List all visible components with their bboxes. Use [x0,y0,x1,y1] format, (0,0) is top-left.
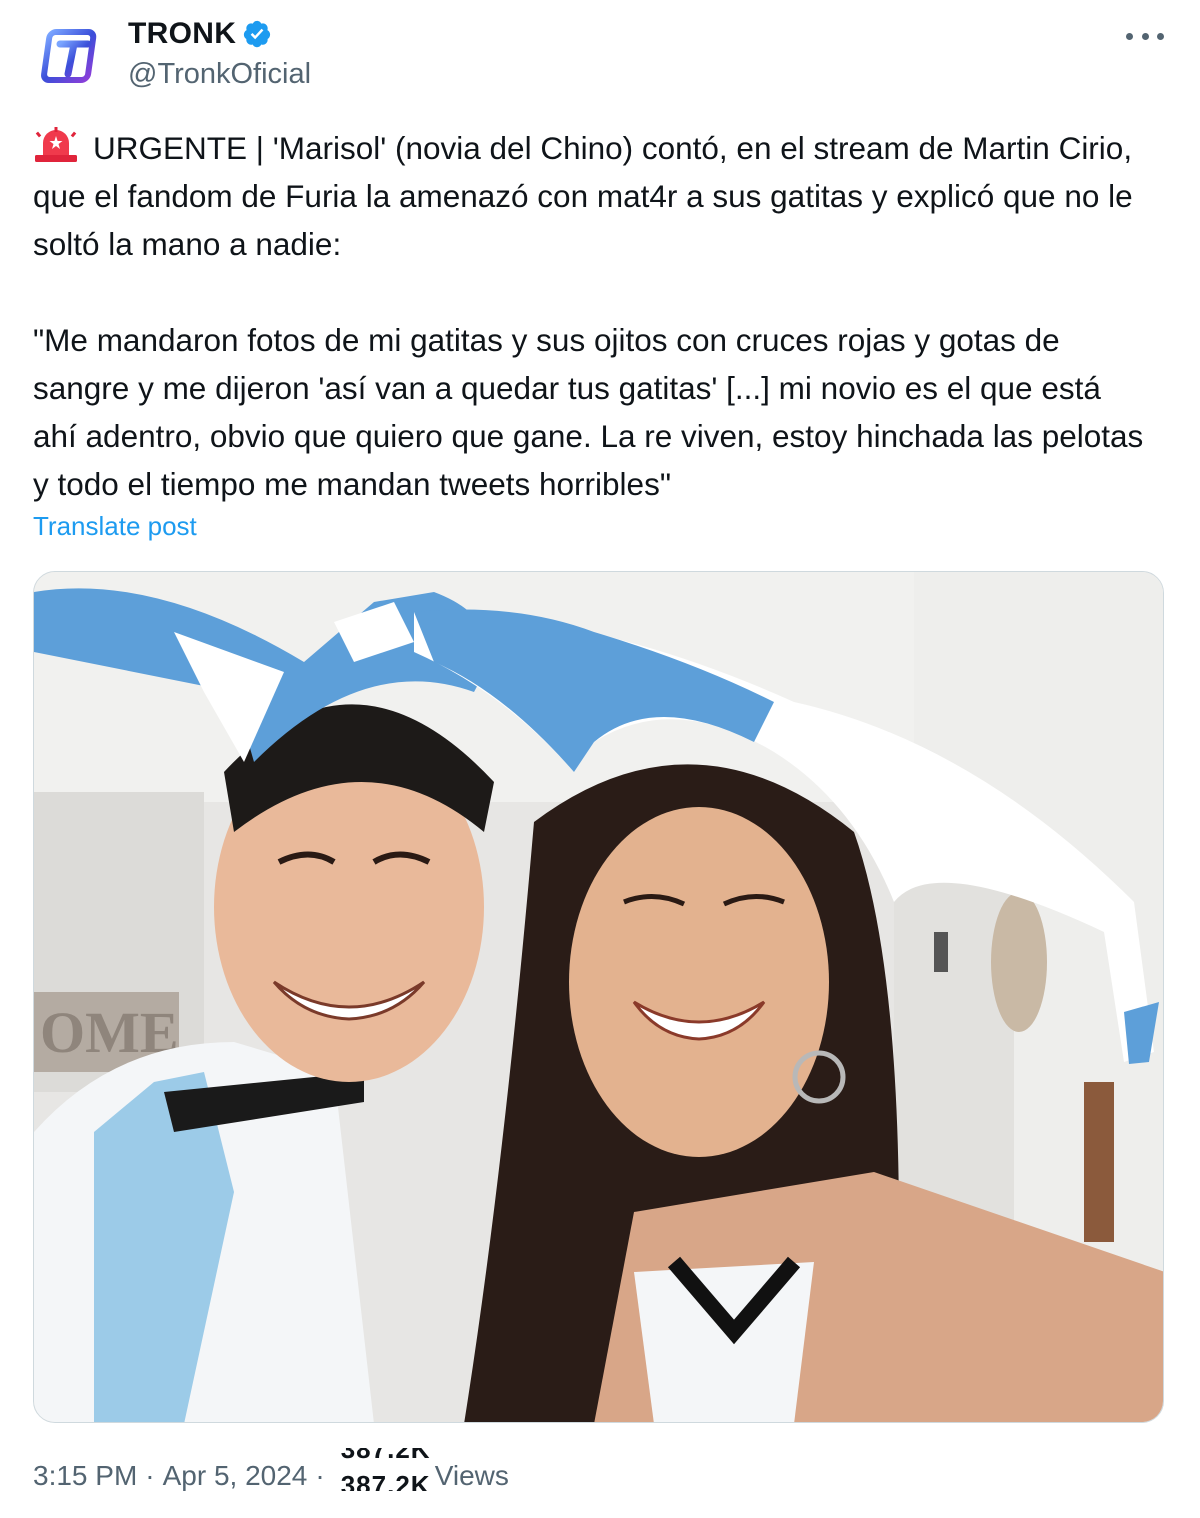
post-text: URGENTE | 'Marisol' (novia del Chino) co… [33,124,1153,508]
dot [1141,32,1149,40]
author-block: TRONK @TronkOficial [128,16,311,91]
verified-badge-icon [244,20,271,48]
separator: · [145,1460,155,1491]
post-time[interactable]: 3:15 PM [33,1460,137,1492]
post-paragraph-1: URGENTE | 'Marisol' (novia del Chino) co… [33,124,1153,268]
views-count-rolling-previous: 387.2K [340,1434,431,1464]
rotating-light-emoji-icon [35,127,77,162]
avatar[interactable] [34,18,112,96]
post-photo[interactable]: OME [33,571,1164,1423]
name-row: TRONK [128,16,311,52]
views-label: Views [434,1460,509,1491]
post-paragraph-1-text: URGENTE | 'Marisol' (novia del Chino) co… [33,130,1133,262]
more-options-icon[interactable] [1126,26,1164,46]
tweet: TRONK @TronkOficial URGENTE | 'Marisol' … [0,0,1200,1518]
translate-post-link[interactable]: Translate post [33,511,197,542]
post-date[interactable]: Apr 5, 2024 [163,1460,308,1492]
dot [1157,32,1164,40]
post-meta: 3:15 PM · Apr 5, 2024 · 387.2K 387.2K Vi… [33,1448,509,1496]
views-count-value: 387.2K [340,1470,431,1500]
handle[interactable]: @TronkOficial [128,58,311,91]
display-name[interactable]: TRONK [128,17,236,51]
dot [1126,32,1133,40]
tronk-logo-icon [41,29,97,83]
separator: · [315,1460,325,1491]
views-count[interactable]: 387.2K 387.2K [339,1448,431,1496]
post-paragraph-2: "Me mandaron fotos de mi gatitas y sus o… [33,322,1144,502]
photo-illustration: OME [34,572,1163,1422]
